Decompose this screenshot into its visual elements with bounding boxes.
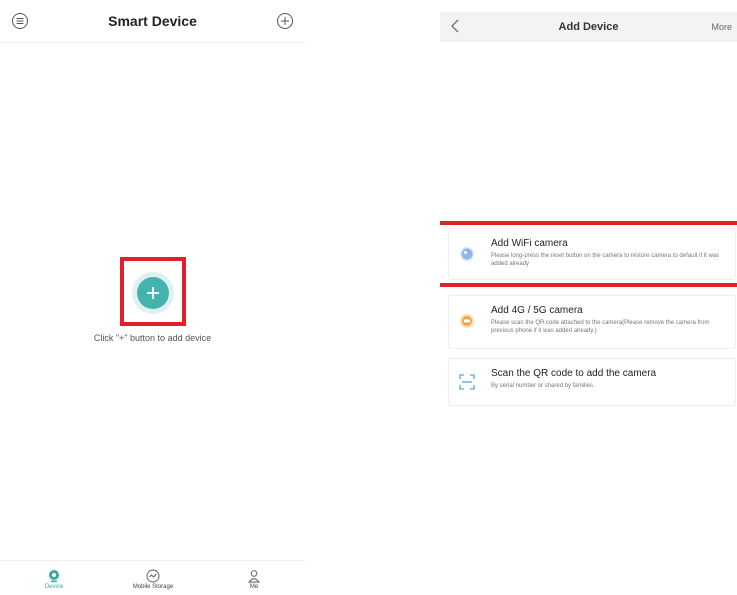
highlight-box bbox=[440, 221, 737, 287]
highlight-box bbox=[120, 257, 186, 326]
smart-device-screen: Smart Device Click "+" button to add dev… bbox=[0, 0, 305, 595]
option-title: Add 4G / 5G camera bbox=[491, 305, 583, 316]
nav-item-me[interactable]: Me bbox=[219, 569, 289, 590]
storage-icon bbox=[146, 569, 160, 583]
nav-label-device: Device bbox=[44, 584, 64, 590]
person-icon bbox=[248, 570, 260, 583]
add-circle-icon[interactable] bbox=[276, 12, 294, 30]
cellular-camera-icon bbox=[459, 313, 475, 329]
top-bar: Add Device More bbox=[440, 12, 737, 42]
empty-hint: Click "+" button to add device bbox=[93, 333, 212, 343]
nav-item-device[interactable]: Device bbox=[19, 569, 89, 590]
nav-label-mobile-storage: Mobile Storage bbox=[132, 584, 174, 590]
option-description: Please scan the QR code attached to the … bbox=[491, 320, 710, 334]
nav-item-mobile-storage[interactable]: Mobile Storage bbox=[118, 569, 188, 590]
page-title: Add Device bbox=[558, 21, 619, 33]
bottom-nav: Device Mobile Storage Me bbox=[0, 560, 305, 595]
option-4g-5g-camera[interactable]: Add 4G / 5G camera Please scan the QR co… bbox=[448, 295, 736, 349]
camera-pin-icon bbox=[49, 570, 59, 583]
add-device-screen: Add Device More Add WiFi camera Please l… bbox=[440, 0, 737, 595]
more-button[interactable]: More bbox=[711, 22, 732, 32]
nav-label-me: Me bbox=[249, 584, 259, 590]
option-title: Scan the QR code to add the camera bbox=[491, 368, 657, 379]
option-scan-qr[interactable]: Scan the QR code to add the camera By se… bbox=[448, 358, 736, 406]
top-bar: Smart Device bbox=[0, 0, 305, 43]
page-title: Smart Device bbox=[108, 13, 197, 29]
scan-icon bbox=[459, 374, 475, 390]
option-description: By serial number or shared by families bbox=[491, 383, 594, 389]
